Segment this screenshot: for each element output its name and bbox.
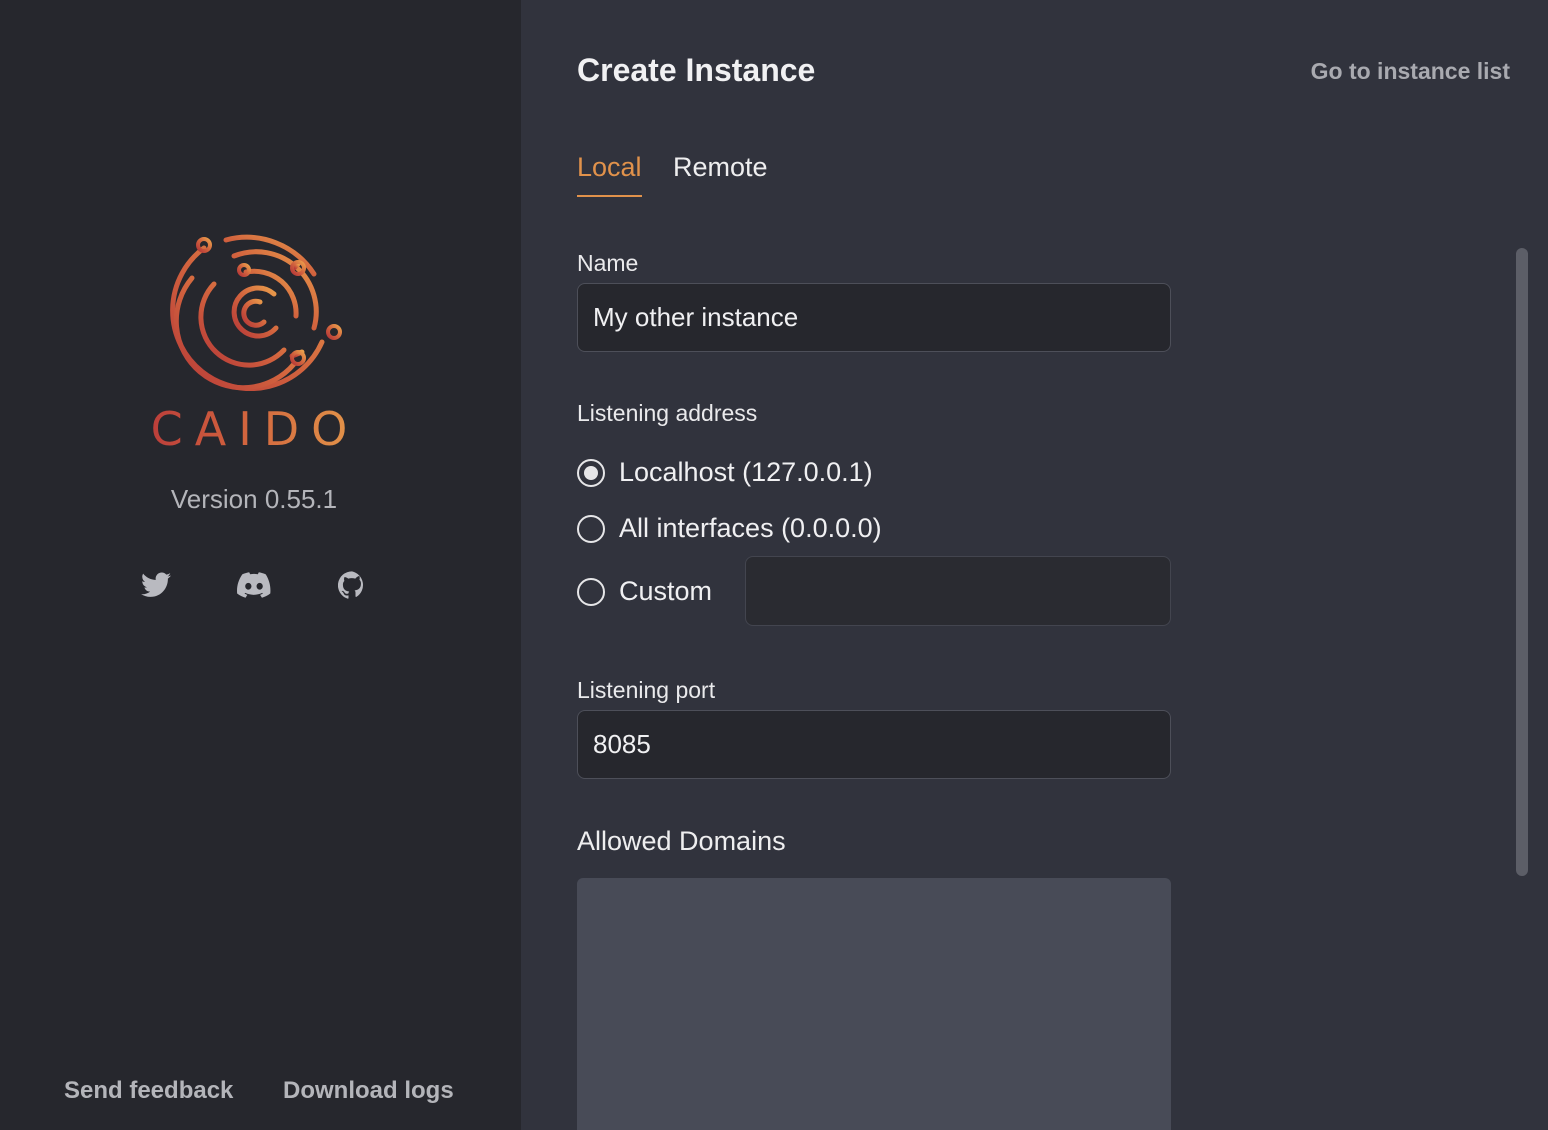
- allowed-domains-field[interactable]: [577, 878, 1171, 1130]
- caido-logo-icon: [170, 234, 342, 391]
- discord-link[interactable]: [237, 568, 271, 602]
- scrollbar[interactable]: [1516, 248, 1528, 876]
- twitter-link[interactable]: [139, 568, 173, 602]
- radio-localhost-circle[interactable]: [577, 458, 605, 487]
- radio-all-interfaces[interactable]: All interfaces (0.0.0.0): [577, 513, 882, 544]
- discord-icon: [237, 572, 271, 598]
- listening-port-input[interactable]: [577, 710, 1171, 779]
- radio-all-interfaces-label: All interfaces (0.0.0.0): [619, 513, 882, 543]
- radio-localhost[interactable]: Localhost (127.0.0.1): [577, 457, 873, 488]
- radio-localhost-label: Localhost (127.0.0.1): [619, 457, 873, 487]
- sidebar: CAIDO Version 0.55.1 Send feedback Downl…: [0, 0, 521, 1130]
- version-label: Version 0.55.1: [170, 484, 338, 514]
- twitter-icon: [141, 572, 171, 597]
- radio-custom-circle[interactable]: [577, 577, 605, 606]
- radio-all-interfaces-circle[interactable]: [577, 514, 605, 543]
- tab-local[interactable]: Local: [577, 152, 642, 197]
- go-to-instance-list-link[interactable]: Go to instance list: [1311, 58, 1510, 85]
- brand-wordmark: CAIDO: [140, 402, 370, 456]
- download-logs-link[interactable]: Download logs: [283, 1077, 454, 1105]
- listening-address-label: Listening address: [577, 400, 758, 426]
- send-feedback-link[interactable]: Send feedback: [64, 1077, 233, 1105]
- github-link[interactable]: [335, 568, 369, 602]
- caido-logo: CAIDO: [140, 232, 370, 462]
- custom-address-input[interactable]: [745, 556, 1171, 626]
- name-input[interactable]: [577, 283, 1171, 352]
- allowed-domains-label: Allowed Domains: [577, 826, 786, 856]
- radio-custom[interactable]: Custom: [577, 576, 712, 607]
- listening-port-label: Listening port: [577, 677, 716, 703]
- tab-remote[interactable]: Remote: [673, 152, 768, 195]
- page-title: Create Instance: [577, 52, 816, 88]
- name-label: Name: [577, 250, 639, 276]
- github-icon: [338, 571, 363, 599]
- radio-custom-label: Custom: [619, 576, 713, 606]
